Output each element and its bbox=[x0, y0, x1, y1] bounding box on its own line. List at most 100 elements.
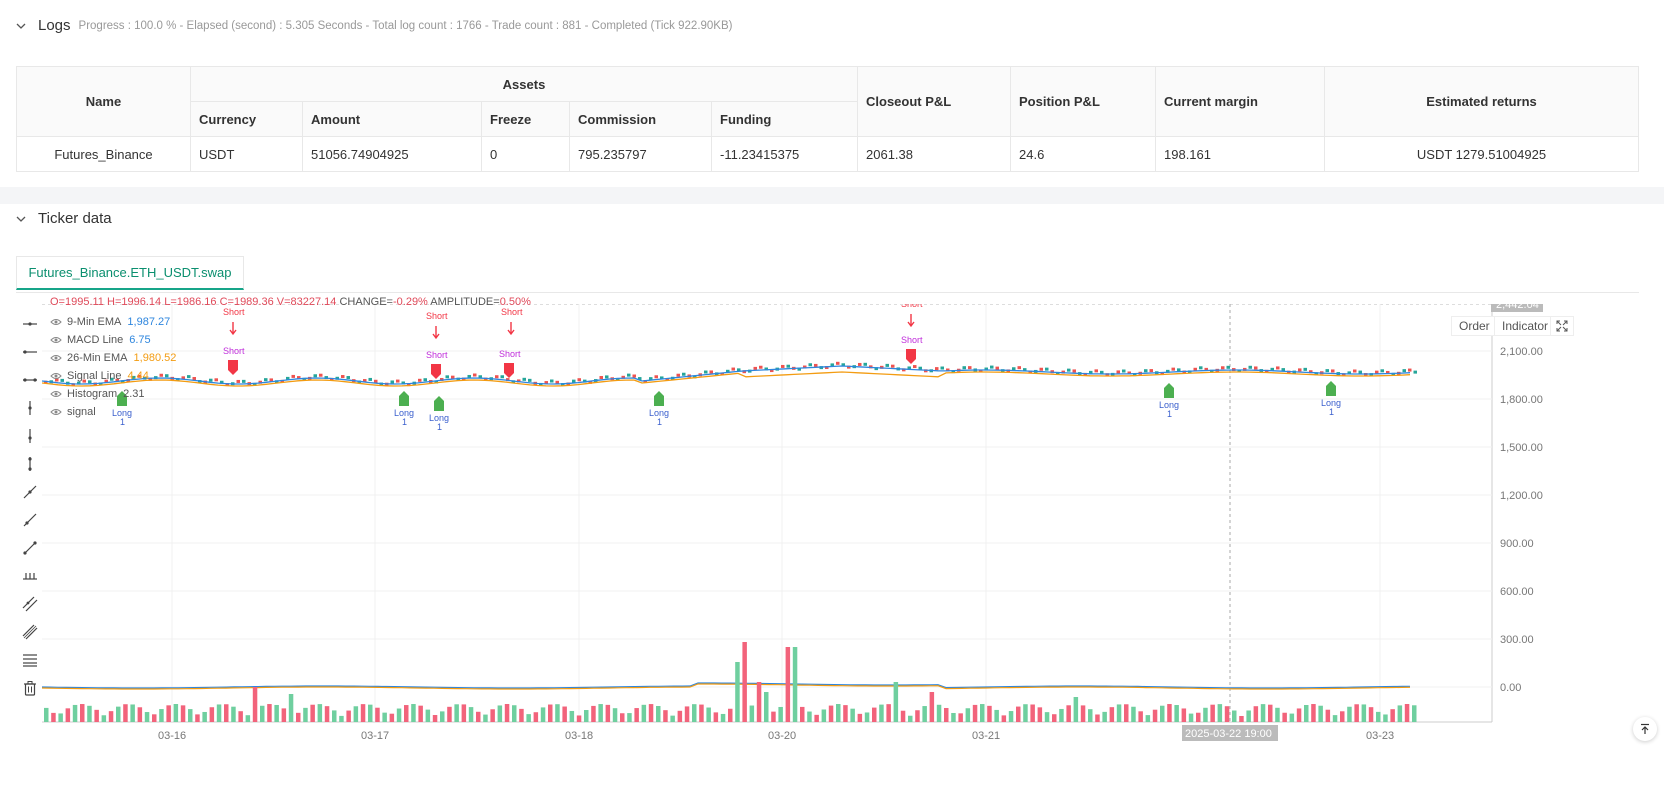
volume-bar bbox=[1390, 709, 1395, 722]
volume-bar bbox=[432, 715, 438, 722]
fib-retracement-tool[interactable] bbox=[18, 646, 42, 674]
cell-margin: 198.161 bbox=[1155, 136, 1325, 172]
volume-bar bbox=[540, 707, 546, 722]
volume-bar bbox=[72, 704, 78, 722]
pitchfork-tool[interactable] bbox=[18, 618, 42, 646]
chevron-down-icon bbox=[16, 216, 26, 222]
volume-bar bbox=[1008, 711, 1014, 722]
volume-bar bbox=[1275, 707, 1280, 722]
horizontal-ray-tool[interactable] bbox=[18, 338, 42, 366]
logs-header[interactable]: Logs Progress : 100.0 % - Elapsed (secon… bbox=[16, 17, 732, 34]
candle bbox=[995, 366, 999, 370]
x-tick-label: 03-21 bbox=[972, 730, 1000, 742]
legend-item[interactable]: Signal Line 4.44 bbox=[50, 367, 176, 385]
candle bbox=[1116, 370, 1120, 374]
candle bbox=[1413, 370, 1417, 374]
candle bbox=[836, 361, 840, 365]
parallel-channel-tool[interactable] bbox=[18, 590, 42, 618]
candle bbox=[1144, 369, 1148, 373]
legend-value: 4.44 bbox=[127, 370, 149, 382]
legend-item[interactable]: 9-Min EMA 1,987.27 bbox=[50, 313, 176, 331]
volume-bar bbox=[1217, 704, 1223, 722]
volume-bar bbox=[1282, 712, 1287, 722]
candle bbox=[473, 373, 477, 377]
legend-item[interactable]: Histogram 2.31 bbox=[50, 385, 176, 403]
candle bbox=[1221, 366, 1225, 370]
vertical-line-tool[interactable] bbox=[18, 394, 42, 422]
horizontal-line-tool[interactable] bbox=[18, 310, 42, 338]
volume-bar bbox=[260, 705, 265, 722]
order-button[interactable]: Order bbox=[1451, 316, 1498, 336]
short-order-label: Short bbox=[426, 311, 448, 321]
scroll-top-button[interactable] bbox=[1633, 717, 1657, 741]
volume-bar bbox=[620, 713, 625, 722]
volume-bar bbox=[569, 710, 575, 722]
candle bbox=[940, 366, 944, 370]
candle bbox=[319, 373, 323, 377]
volume-bar bbox=[324, 706, 330, 722]
volume-bar bbox=[634, 708, 639, 722]
candle bbox=[781, 364, 785, 368]
volume-bar bbox=[1160, 705, 1165, 722]
volume-bar bbox=[202, 711, 207, 722]
vertical-segment-tool[interactable] bbox=[18, 450, 42, 478]
delete-drawings-tool[interactable] bbox=[18, 674, 42, 702]
long-signal-marker bbox=[399, 391, 409, 406]
volume-bar bbox=[915, 710, 920, 722]
volume-bar bbox=[1023, 704, 1028, 722]
candle bbox=[418, 378, 422, 382]
crosshair-price-label: 2,442.04 bbox=[1496, 304, 1539, 311]
volume-bar bbox=[317, 704, 323, 722]
candle bbox=[1380, 369, 1384, 373]
legend-item[interactable]: signal bbox=[50, 403, 176, 421]
trend-line-icon bbox=[23, 485, 37, 499]
volume-bar bbox=[238, 711, 243, 722]
legend-item[interactable]: 26-Min EMA 1,980.52 bbox=[50, 349, 176, 367]
volume-bar bbox=[728, 708, 733, 722]
ticker-header[interactable]: Ticker data bbox=[16, 210, 112, 227]
fullscreen-button[interactable] bbox=[1550, 316, 1574, 336]
indicator-button[interactable]: Indicator bbox=[1494, 316, 1557, 336]
long-signal-marker bbox=[1164, 383, 1174, 398]
segment-tool[interactable] bbox=[18, 534, 42, 562]
volume-bar bbox=[267, 704, 272, 722]
short-signal-marker bbox=[504, 363, 514, 378]
volume-bar bbox=[706, 707, 711, 722]
candle bbox=[808, 363, 812, 367]
volume-bar bbox=[1174, 705, 1179, 722]
header-commission: Commission bbox=[569, 101, 712, 137]
volume-bar bbox=[425, 709, 431, 722]
volume-bar bbox=[65, 708, 71, 722]
volume-bar bbox=[612, 708, 618, 722]
x-tick-label: 03-16 bbox=[158, 730, 186, 742]
header-currency: Currency bbox=[190, 101, 303, 137]
volume-bar bbox=[713, 712, 719, 722]
volume-bar bbox=[605, 704, 611, 722]
volume-bar bbox=[764, 692, 769, 722]
volume-bar bbox=[490, 709, 495, 722]
ray-tool[interactable] bbox=[18, 506, 42, 534]
volume-bar bbox=[800, 706, 805, 722]
horizontal-segment-tool[interactable] bbox=[18, 366, 42, 394]
indicator-legend: 9-Min EMA 1,987.27 MACD Line 6.75 26-Min EMA… bbox=[50, 313, 176, 421]
price-chart[interactable]: 2,100.00 1,800.00 1,500.00 1,200.00 900.00 60… bbox=[42, 304, 1642, 774]
volume-bar bbox=[1404, 704, 1410, 722]
ohlc-change-label: CHANGE= bbox=[339, 296, 393, 308]
volume-bar bbox=[1268, 704, 1273, 722]
candle bbox=[1276, 366, 1280, 370]
trend-line-tool[interactable] bbox=[18, 478, 42, 506]
price-range-tool[interactable] bbox=[18, 562, 42, 590]
candle bbox=[423, 378, 427, 382]
volume-bar bbox=[1412, 705, 1417, 722]
signal-count-label: 1 bbox=[1329, 407, 1334, 417]
volume-bar bbox=[51, 712, 56, 722]
legend-item[interactable]: MACD Line 6.75 bbox=[50, 331, 176, 349]
tab-eth-usdt-swap[interactable]: Futures_Binance.ETH_USDT.swap bbox=[16, 256, 244, 290]
candle bbox=[1303, 367, 1307, 371]
vertical-ray-tool[interactable] bbox=[18, 422, 42, 450]
volume-bar bbox=[872, 707, 877, 722]
header-returns: Estimated returns bbox=[1324, 66, 1639, 137]
candle bbox=[495, 375, 499, 379]
volume-bar bbox=[944, 707, 949, 722]
volume-bar bbox=[483, 714, 488, 722]
